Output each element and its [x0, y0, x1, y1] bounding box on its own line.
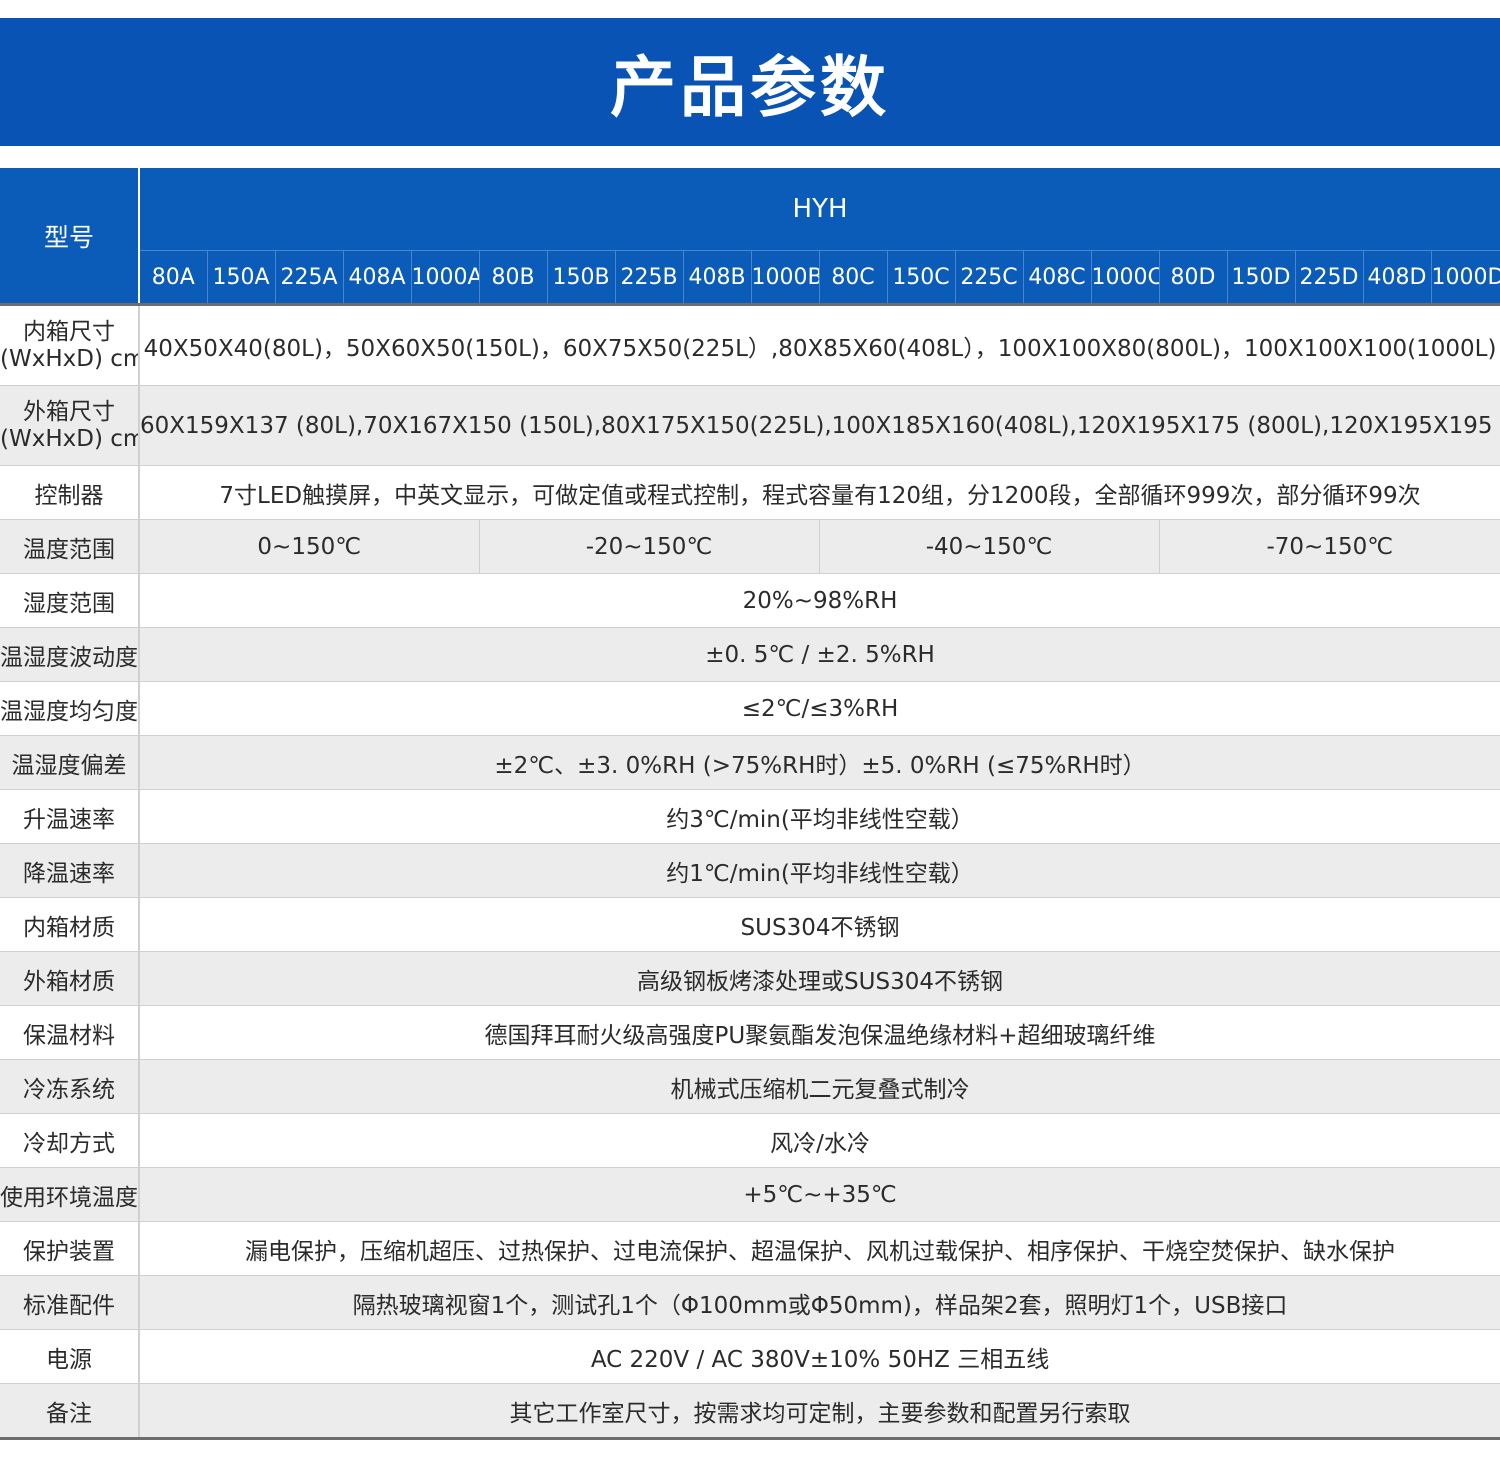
table-row: 温湿度均匀度 ≤2℃/≤3%RH — [0, 681, 1500, 736]
table-row: 保温材料 德国拜耳耐火级高强度PU聚氨酯发泡保温绝缘材料+超细玻璃纤维 — [0, 1005, 1500, 1060]
title-banner: 产品参数 — [0, 18, 1500, 146]
row-value: ±2℃、±3. 0%RH (>75%RH时）±5. 0%RH (≤75%RH时） — [139, 735, 1500, 790]
spec-table: 型号 HYH 80A 150A 225A 408A 1000A 80B 150B… — [0, 168, 1500, 1440]
table-row: 保护装置 漏电保护，压缩机超压、过热保护、过电流保护、超温保护、风机过载保护、相… — [0, 1221, 1500, 1276]
model-cell: 80D — [1158, 250, 1227, 305]
table-row: 升温速率 约3℃/min(平均非线性空载） — [0, 789, 1500, 844]
series-header: HYH — [139, 168, 1500, 251]
row-label: 备注 — [0, 1383, 140, 1439]
table-row: 内箱材质 SUS304不锈钢 — [0, 897, 1500, 952]
model-cell: 408A — [342, 250, 411, 305]
row-value: 风冷/水冷 — [139, 1113, 1500, 1168]
temp-range-d: -70~150℃ — [1158, 519, 1500, 574]
row-label-line: 外箱尺寸 — [23, 398, 115, 425]
row-value: AC 220V / AC 380V±10% 50HZ 三相五线 — [139, 1329, 1500, 1384]
model-cell: 1000C — [1090, 250, 1159, 305]
table-row: 降温速率 约1℃/min(平均非线性空载） — [0, 843, 1500, 898]
row-value: 高级钢板烤漆处理或SUS304不锈钢 — [139, 951, 1500, 1006]
row-label: 控制器 — [0, 465, 140, 520]
model-cell: 80A — [139, 250, 207, 305]
model-header-label: 型号 — [0, 168, 140, 305]
row-label: 温湿度偏差 — [0, 735, 140, 790]
model-cell: 225B — [614, 250, 683, 305]
model-cell: 80B — [478, 250, 547, 305]
row-value: ≤2℃/≤3%RH — [139, 681, 1500, 736]
model-cell: 80C — [818, 250, 887, 305]
temp-range-a: 0~150℃ — [139, 519, 479, 574]
row-value: 20%~98%RH — [139, 573, 1500, 628]
model-cell: 408C — [1022, 250, 1091, 305]
table-row: 电源 AC 220V / AC 380V±10% 50HZ 三相五线 — [0, 1329, 1500, 1384]
row-value: 40X50X40(80L)，50X60X50(150L)，60X75X50(22… — [139, 303, 1500, 386]
row-value: 7寸LED触摸屏，中英文显示，可做定值或程式控制，程式容量有120组，分1200… — [139, 465, 1500, 520]
table-row: 标准配件 隔热玻璃视窗1个，测试孔1个（Φ100mm或Φ50mm)，样品架2套，… — [0, 1275, 1500, 1330]
row-label-line: (WxHxD) cm — [0, 345, 139, 372]
table-row: 冷冻系统 机械式压缩机二元复叠式制冷 — [0, 1059, 1500, 1114]
model-cell: 225C — [954, 250, 1023, 305]
row-value: 漏电保护，压缩机超压、过热保护、过电流保护、超温保护、风机过载保护、相序保护、干… — [139, 1221, 1500, 1276]
row-value: 60X159X137 (80L),70X167X150 (150L),80X17… — [139, 385, 1500, 466]
model-cell: 150D — [1226, 250, 1295, 305]
model-cell: 225A — [274, 250, 343, 305]
model-cell: 408D — [1362, 250, 1431, 305]
row-label: 内箱尺寸 (WxHxD) cm — [0, 303, 140, 386]
model-cell: 1000D — [1430, 250, 1500, 305]
row-label: 温湿度波动度 — [0, 627, 140, 682]
table-row: 外箱尺寸 (WxHxD) cm 60X159X137 (80L),70X167X… — [0, 385, 1500, 466]
model-cell: 1000A — [410, 250, 479, 305]
row-label: 标准配件 — [0, 1275, 140, 1330]
row-value: 德国拜耳耐火级高强度PU聚氨酯发泡保温绝缘材料+超细玻璃纤维 — [139, 1005, 1500, 1060]
table-row: 外箱材质 高级钢板烤漆处理或SUS304不锈钢 — [0, 951, 1500, 1006]
table-row: 冷却方式 风冷/水冷 — [0, 1113, 1500, 1168]
row-label: 升温速率 — [0, 789, 140, 844]
row-value: 约3℃/min(平均非线性空载） — [139, 789, 1500, 844]
row-label: 降温速率 — [0, 843, 140, 898]
row-value: ±0. 5℃ / ±2. 5%RH — [139, 627, 1500, 682]
table-row: 温湿度偏差 ±2℃、±3. 0%RH (>75%RH时）±5. 0%RH (≤7… — [0, 735, 1500, 790]
row-label: 温度范围 — [0, 519, 140, 574]
model-cell: 150C — [886, 250, 955, 305]
temp-range-c: -40~150℃ — [818, 519, 1159, 574]
row-label: 保护装置 — [0, 1221, 140, 1276]
table-row: 温度范围 0~150℃ -20~150℃ -40~150℃ -70~150℃ — [0, 519, 1500, 574]
table-row: 内箱尺寸 (WxHxD) cm 40X50X40(80L)，50X60X50(1… — [0, 303, 1500, 386]
row-value: 其它工作室尺寸，按需求均可定制，主要参数和配置另行索取 — [139, 1383, 1500, 1439]
model-cell: 1000B — [750, 250, 819, 305]
model-cell: 225D — [1294, 250, 1363, 305]
table-row: 控制器 7寸LED触摸屏，中英文显示，可做定值或程式控制，程式容量有120组，分… — [0, 465, 1500, 520]
row-label: 使用环境温度 — [0, 1167, 140, 1222]
table-row: 湿度范围 20%~98%RH — [0, 573, 1500, 628]
model-cell: 150A — [206, 250, 275, 305]
row-label: 电源 — [0, 1329, 140, 1384]
table-row: 温湿度波动度 ±0. 5℃ / ±2. 5%RH — [0, 627, 1500, 682]
row-label: 温湿度均匀度 — [0, 681, 140, 736]
row-label: 内箱材质 — [0, 897, 140, 952]
row-label-line: 内箱尺寸 — [23, 318, 115, 345]
table-row: 备注 其它工作室尺寸，按需求均可定制，主要参数和配置另行索取 — [0, 1383, 1500, 1439]
page-title: 产品参数 — [610, 49, 890, 126]
row-label: 湿度范围 — [0, 573, 140, 628]
row-value: 约1℃/min(平均非线性空载） — [139, 843, 1500, 898]
row-label: 外箱尺寸 (WxHxD) cm — [0, 385, 140, 466]
row-value: SUS304不锈钢 — [139, 897, 1500, 952]
row-label-line: (WxHxD) cm — [0, 425, 139, 452]
row-label: 保温材料 — [0, 1005, 140, 1060]
row-label: 冷冻系统 — [0, 1059, 140, 1114]
row-value: 机械式压缩机二元复叠式制冷 — [139, 1059, 1500, 1114]
row-value: 隔热玻璃视窗1个，测试孔1个（Φ100mm或Φ50mm)，样品架2套，照明灯1个… — [139, 1275, 1500, 1330]
row-label: 冷却方式 — [0, 1113, 140, 1168]
row-label: 外箱材质 — [0, 951, 140, 1006]
model-cell: 408B — [682, 250, 751, 305]
table-row: 使用环境温度 +5℃~+35℃ — [0, 1167, 1500, 1222]
row-value: +5℃~+35℃ — [139, 1167, 1500, 1222]
model-cell: 150B — [546, 250, 615, 305]
temp-range-b: -20~150℃ — [478, 519, 819, 574]
